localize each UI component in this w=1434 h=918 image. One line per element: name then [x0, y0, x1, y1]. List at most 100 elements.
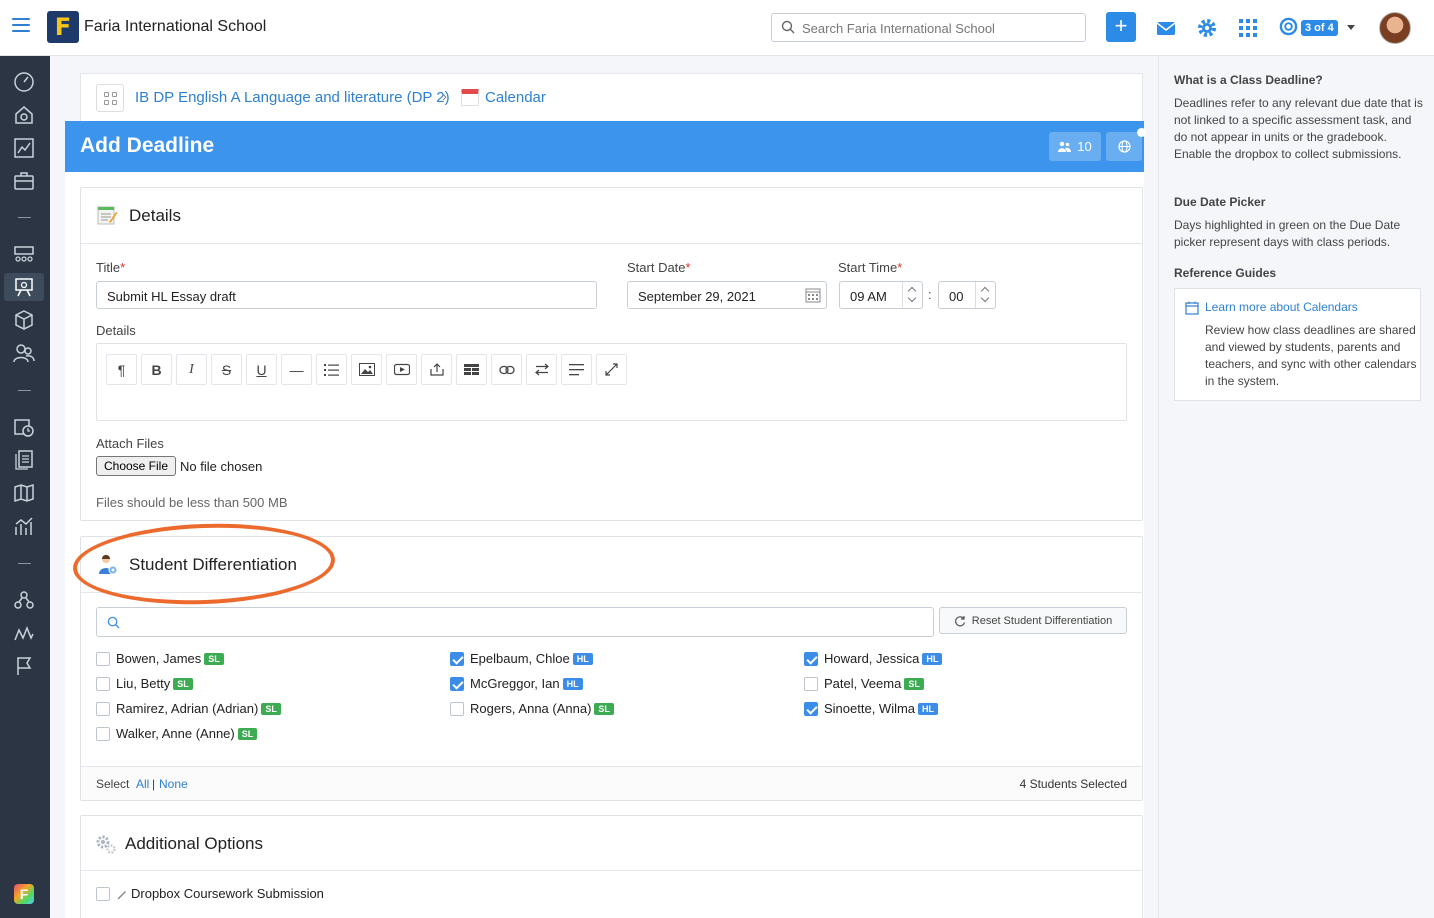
- select-all-link[interactable]: All: [136, 777, 149, 791]
- student-option[interactable]: Patel, Veema SL: [804, 676, 924, 691]
- student-checkbox[interactable]: [96, 651, 110, 666]
- student-checkbox[interactable]: [96, 701, 110, 716]
- student-checkbox[interactable]: [804, 651, 818, 666]
- horizontal-rule-button[interactable]: —: [281, 354, 312, 385]
- italic-button[interactable]: I: [176, 354, 207, 385]
- search-icon: [781, 20, 795, 34]
- apps-grid-icon[interactable]: [96, 84, 124, 112]
- school-logo[interactable]: F: [47, 11, 79, 43]
- calendar-icon[interactable]: [805, 287, 821, 303]
- reset-label: Reset Student Differentiation: [971, 614, 1113, 627]
- reset-differentiation-button[interactable]: Reset Student Differentiation: [939, 607, 1127, 634]
- student-search-input[interactable]: [96, 607, 934, 637]
- help-heading-deadline: What is a Class Deadline?: [1174, 73, 1323, 87]
- table-button[interactable]: [456, 354, 487, 385]
- dropbox-option[interactable]: Dropbox Coursework Submission: [96, 886, 324, 901]
- stepper-arrows-icon[interactable]: [902, 282, 922, 308]
- add-button[interactable]: +: [1106, 12, 1136, 42]
- bold-button[interactable]: B: [141, 354, 172, 385]
- mail-icon[interactable]: [1155, 17, 1177, 39]
- cube-icon[interactable]: [11, 307, 37, 333]
- avatar[interactable]: [1379, 12, 1411, 44]
- video-button[interactable]: [386, 354, 417, 385]
- student-option[interactable]: Rogers, Anna (Anna) SL: [450, 701, 614, 716]
- fullscreen-button[interactable]: [596, 354, 627, 385]
- chart-icon[interactable]: [11, 135, 37, 161]
- student-name: Patel, Veema: [824, 676, 902, 691]
- classes-icon[interactable]: [11, 241, 37, 267]
- student-name: Rogers, Anna (Anna): [470, 701, 592, 716]
- hour-stepper[interactable]: 09 AM: [839, 281, 923, 309]
- swap-icon: [534, 363, 549, 376]
- paragraph-button[interactable]: ¶: [106, 354, 137, 385]
- student-option[interactable]: Liu, Betty SL: [96, 676, 193, 691]
- stepper-arrows-icon[interactable]: [975, 282, 995, 308]
- select-none-link[interactable]: None: [159, 777, 188, 791]
- teaching-icon[interactable]: [4, 273, 44, 301]
- search-placeholder: Search Faria International School: [802, 21, 995, 36]
- time-separator: :: [928, 287, 932, 302]
- student-option[interactable]: Epelbaum, Chloe HL: [450, 651, 593, 666]
- student-checkbox[interactable]: [804, 676, 818, 691]
- school-name[interactable]: Faria International School: [84, 18, 266, 36]
- documents-icon[interactable]: [11, 447, 37, 473]
- people-icon[interactable]: [11, 340, 37, 366]
- breadcrumb-calendar-link[interactable]: Calendar: [485, 89, 546, 106]
- student-checkbox[interactable]: [96, 676, 110, 691]
- calendars-guide-link[interactable]: Learn more about Calendars: [1205, 300, 1358, 314]
- student-checkbox[interactable]: [804, 701, 818, 716]
- minute-stepper[interactable]: 00: [938, 281, 996, 309]
- level-badge: SL: [237, 727, 258, 740]
- search-icon: [107, 616, 120, 629]
- link-button[interactable]: [491, 354, 522, 385]
- title-field[interactable]: Submit HL Essay draft: [96, 281, 597, 309]
- student-option[interactable]: Howard, Jessica HL: [804, 651, 943, 666]
- signal-icon[interactable]: [11, 620, 37, 646]
- search-input[interactable]: Search Faria International School: [771, 13, 1086, 42]
- student-option[interactable]: Sinoette, Wilma HL: [804, 701, 939, 716]
- student-checkbox[interactable]: [96, 726, 110, 741]
- student-name: McGreggor, Ian: [470, 676, 560, 691]
- start-date-field[interactable]: September 29, 2021: [627, 281, 827, 309]
- dropbox-checkbox[interactable]: [96, 886, 110, 901]
- dashboard-icon[interactable]: [11, 69, 37, 95]
- flag-icon[interactable]: [11, 653, 37, 679]
- list-button[interactable]: [316, 354, 347, 385]
- visibility-button[interactable]: [1106, 132, 1142, 161]
- level-badge: SL: [261, 702, 281, 715]
- pager-dropdown[interactable]: 3 of 4: [1279, 17, 1359, 39]
- strikethrough-button[interactable]: S: [211, 354, 242, 385]
- home-icon[interactable]: [11, 102, 37, 128]
- underline-button[interactable]: U: [246, 354, 277, 385]
- network-icon[interactable]: [11, 587, 37, 613]
- help-text-picker: Days highlighted in green on the Due Dat…: [1174, 218, 1401, 249]
- student-name: Sinoette, Wilma: [824, 701, 916, 716]
- student-option[interactable]: McGreggor, Ian HL: [450, 676, 583, 691]
- faria-app-logo[interactable]: F: [14, 884, 34, 904]
- analytics-icon[interactable]: [11, 513, 37, 539]
- student-option[interactable]: Walker, Anne (Anne) SL: [96, 726, 258, 741]
- sidebar-divider: [18, 390, 31, 391]
- student-option[interactable]: Ramirez, Adrian (Adrian) SL: [96, 701, 281, 716]
- choose-file-button[interactable]: Choose File: [96, 456, 176, 476]
- menu-icon[interactable]: [12, 18, 30, 34]
- student-option[interactable]: Bowen, James SL: [96, 651, 224, 666]
- calendar-clock-icon[interactable]: [11, 414, 37, 440]
- apps-grid-icon[interactable]: [1237, 17, 1259, 39]
- select-label: Select: [96, 777, 130, 791]
- briefcase-icon[interactable]: [11, 168, 37, 194]
- embed-button[interactable]: [421, 354, 452, 385]
- align-button[interactable]: [561, 354, 592, 385]
- direction-button[interactable]: [526, 354, 557, 385]
- student-checkbox[interactable]: [450, 676, 464, 691]
- select-separator: |: [152, 777, 156, 791]
- student-checkbox[interactable]: [450, 701, 464, 716]
- gear-icon[interactable]: [1196, 17, 1218, 39]
- details-title: Details: [129, 206, 181, 225]
- students-count-button[interactable]: 10: [1049, 132, 1101, 161]
- breadcrumb-course-link[interactable]: IB DP English A Language and literature …: [135, 89, 450, 106]
- student-checkbox[interactable]: [450, 651, 464, 666]
- image-button[interactable]: [351, 354, 382, 385]
- details-editor[interactable]: ¶ B I S U —: [96, 343, 1127, 421]
- map-icon[interactable]: [11, 480, 37, 506]
